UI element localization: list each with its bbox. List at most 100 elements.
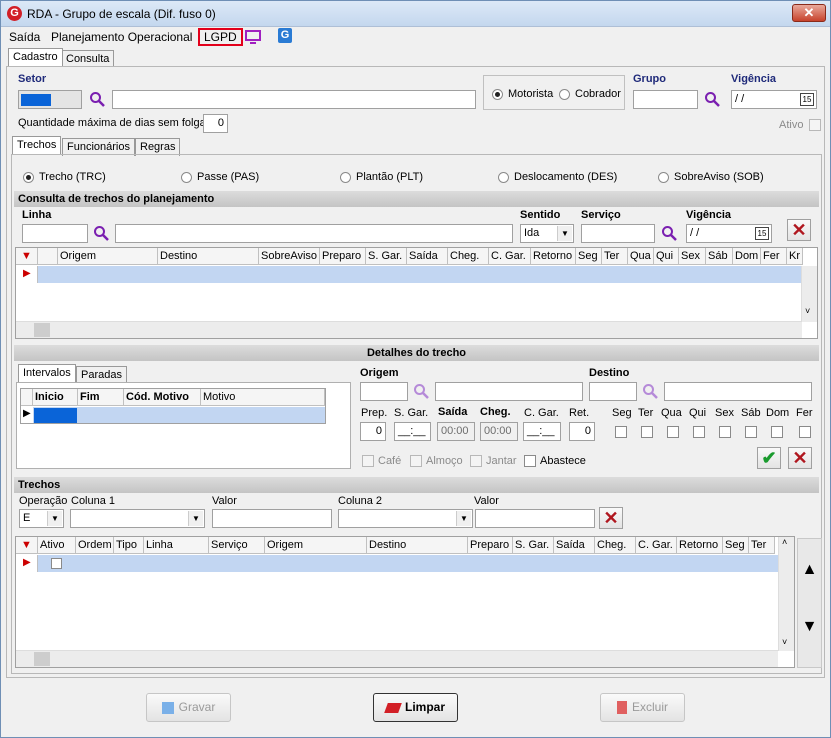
search-icon[interactable]	[661, 225, 677, 241]
trecho-trc-radio[interactable]	[23, 172, 34, 183]
search-icon[interactable]	[413, 383, 429, 399]
day-sab-checkbox[interactable]	[745, 426, 757, 438]
grid-sort-icon[interactable]: ▼	[16, 537, 38, 554]
vigencia-date-field[interactable]: / / 15	[731, 90, 817, 109]
day-sex-checkbox[interactable]	[719, 426, 731, 438]
motorista-radio[interactable]	[492, 89, 503, 100]
trecho-pas-radio[interactable]	[181, 172, 192, 183]
col-inicio[interactable]: Inicio	[33, 389, 78, 406]
col-origem[interactable]: Origem	[58, 248, 158, 265]
chevron-down-icon[interactable]: ▼	[188, 511, 203, 526]
col-ativo[interactable]: Ativo	[38, 537, 76, 554]
col-cheg[interactable]: Cheg.	[448, 248, 489, 265]
col-servico[interactable]: Serviço	[209, 537, 265, 554]
tab-intervalos[interactable]: Intervalos	[18, 364, 76, 382]
col-ordem[interactable]: Ordem	[76, 537, 114, 554]
cheg-field[interactable]: 00:00	[480, 422, 518, 441]
col-origem[interactable]: Origem	[265, 537, 367, 554]
search-icon[interactable]	[642, 383, 658, 399]
servico-field[interactable]	[581, 224, 655, 243]
linha-description-field[interactable]	[115, 224, 513, 243]
destino-code-field[interactable]	[589, 382, 637, 401]
linha-code-field[interactable]	[22, 224, 88, 243]
menu-planejamento[interactable]: Planejamento Operacional	[51, 30, 192, 44]
col-retorno[interactable]: Retorno	[531, 248, 576, 265]
row-ativo-checkbox[interactable]	[51, 558, 62, 569]
confirm-check-button[interactable]: ✔	[757, 447, 781, 469]
trecho-plt-radio[interactable]	[340, 172, 351, 183]
clear-filter-button[interactable]: ✕	[599, 507, 623, 529]
consulta-hscrollbar[interactable]	[16, 321, 802, 338]
trechos-hscrollbar[interactable]	[16, 650, 778, 667]
col-linha[interactable]: Linha	[144, 537, 209, 554]
jantar-checkbox[interactable]	[470, 455, 482, 467]
valor2-field[interactable]	[475, 509, 595, 528]
day-qua-checkbox[interactable]	[667, 426, 679, 438]
day-fer-checkbox[interactable]	[799, 426, 811, 438]
day-seg-checkbox[interactable]	[615, 426, 627, 438]
col-destino[interactable]: Destino	[367, 537, 468, 554]
abastece-checkbox[interactable]	[524, 455, 536, 467]
clear-consulta-button[interactable]: ✕	[787, 219, 811, 241]
excluir-button[interactable]: Excluir	[600, 693, 685, 722]
col-preparo[interactable]: Preparo	[468, 537, 513, 554]
tab-cadastro[interactable]: Cadastro	[8, 48, 63, 66]
chevron-down-icon[interactable]: ▼	[456, 511, 471, 526]
tab-trechos[interactable]: Trechos	[12, 136, 62, 154]
setor-description-field[interactable]	[112, 90, 476, 109]
saida-field[interactable]: 00:00	[437, 422, 475, 441]
col-fim[interactable]: Fim	[78, 389, 124, 406]
cafe-checkbox[interactable]	[362, 455, 374, 467]
coluna1-select[interactable]: ▼	[70, 509, 205, 528]
col-qui[interactable]: Qui	[654, 248, 679, 265]
cancel-x-button[interactable]: ✕	[788, 447, 812, 469]
col-sab[interactable]: Sáb	[706, 248, 733, 265]
col-saida[interactable]: Saída	[407, 248, 448, 265]
col-cod-motivo[interactable]: Cód. Motivo	[124, 389, 201, 406]
coluna2-select[interactable]: ▼	[338, 509, 473, 528]
col-dom[interactable]: Dom	[733, 248, 761, 265]
qtd-max-field[interactable]: 0	[203, 114, 228, 133]
move-down-button[interactable]: ▼	[798, 607, 821, 647]
col-sgar[interactable]: S. Gar.	[513, 537, 554, 554]
brand-g-icon[interactable]: G	[278, 28, 292, 43]
chevron-down-icon[interactable]: ▼	[557, 226, 572, 241]
origem-description-field[interactable]	[435, 382, 583, 401]
day-ter-checkbox[interactable]	[641, 426, 653, 438]
gravar-button[interactable]: Gravar	[146, 693, 231, 722]
col-cgar[interactable]: C. Gar.	[489, 248, 531, 265]
chevron-down-icon[interactable]: ▼	[47, 511, 62, 526]
calendar-icon[interactable]: 15	[800, 93, 814, 106]
col-kr[interactable]: Kr	[787, 248, 803, 265]
grupo-field[interactable]	[633, 90, 698, 109]
cobrador-radio[interactable]	[559, 89, 570, 100]
monitor-icon[interactable]	[245, 30, 261, 44]
search-icon[interactable]	[704, 91, 720, 107]
col-ter[interactable]: Ter	[602, 248, 628, 265]
menu-saida[interactable]: Saída	[9, 30, 40, 44]
col-tipo[interactable]: Tipo	[114, 537, 144, 554]
origem-code-field[interactable]	[360, 382, 408, 401]
col-cgar[interactable]: C. Gar.	[636, 537, 677, 554]
prep-field[interactable]: 0	[360, 422, 386, 441]
limpar-button[interactable]: Limpar	[373, 693, 458, 722]
operacao-select[interactable]: E ▼	[19, 509, 64, 528]
search-icon[interactable]	[89, 91, 105, 107]
col-preparo[interactable]: Preparo	[320, 248, 366, 265]
consulta-vscrollbar[interactable]: ˅	[801, 266, 817, 322]
sentido-select[interactable]: Ida ▼	[520, 224, 574, 243]
col-motivo[interactable]: Motivo	[201, 389, 325, 406]
day-qui-checkbox[interactable]	[693, 426, 705, 438]
col-seg[interactable]: Seg	[576, 248, 602, 265]
table-row[interactable]	[38, 555, 778, 572]
day-dom-checkbox[interactable]	[771, 426, 783, 438]
col-cheg[interactable]: Cheg.	[595, 537, 636, 554]
col-saida[interactable]: Saída	[554, 537, 595, 554]
col-sex[interactable]: Sex	[679, 248, 706, 265]
ret-field[interactable]: 0	[569, 422, 595, 441]
table-row[interactable]	[38, 266, 803, 283]
col-fer[interactable]: Fer	[761, 248, 787, 265]
col-retorno[interactable]: Retorno	[677, 537, 723, 554]
trecho-sob-radio[interactable]	[658, 172, 669, 183]
col-sgar[interactable]: S. Gar.	[366, 248, 407, 265]
